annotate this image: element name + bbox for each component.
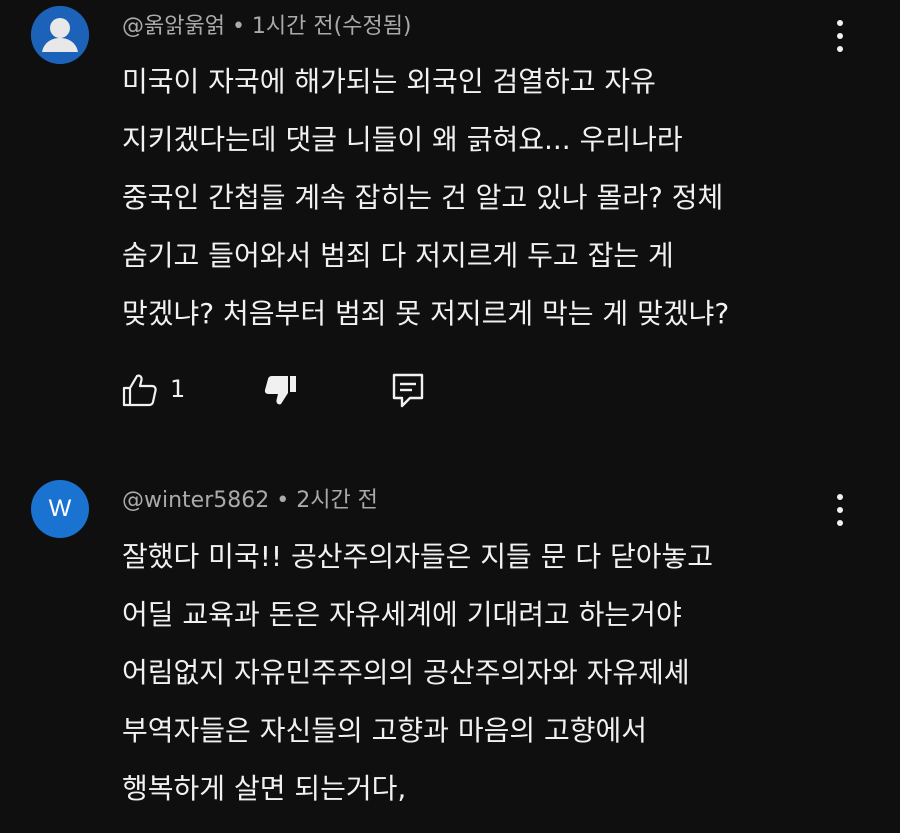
comment-actions: 1 [120,370,440,410]
comment-text: 잘했다 미국!! 공산주의자들은 지들 문 다 닫아놓고 어딜 교육과 돈은 자… [122,528,713,818]
comment-line: 어딜 교육과 돈은 자유세계에 기대려고 하는거야 [122,598,682,631]
more-vertical-icon[interactable] [828,490,852,530]
avatar[interactable]: W [31,480,89,538]
thumbs-up-icon [122,374,157,407]
reply-button[interactable] [388,370,428,410]
comment-line: 어림없지 자유민주주의의 공산주의자와 자유제셰 [122,656,690,689]
comment-meta: @winter5862 • 2시간 전 [122,488,378,513]
comment-thread: W @winter5862 • 2시간 전 잘했다 미국!! 공산주의자들은 지… [0,470,900,833]
comment-line: 지키겠다는데 댓글 니들이 왜 긁혀요... 우리나라 [122,123,683,156]
comment-line: 미국이 자국에 해가되는 외국인 검열하고 자유 [122,65,656,98]
person-icon [31,6,89,64]
avatar[interactable] [31,6,89,64]
like-count: 1 [170,375,186,403]
comment-line: 부역자들은 자신들의 고향과 마음의 고향에서 [122,714,648,747]
like-button[interactable]: 1 [120,370,200,410]
comment-line: 잘했다 미국!! 공산주의자들은 지들 문 다 닫아놓고 [122,540,714,573]
comment-line: 행복하게 살면 되는거다, [122,772,407,805]
dislike-button[interactable] [260,370,300,410]
reply-icon [392,373,424,408]
thumbs-down-icon [264,376,296,405]
comment-text: 미국이 자국에 해가되는 외국인 검열하고 자유 지키겠다는데 댓글 니들이 왜… [122,53,729,343]
comment-line: 중국인 간첩들 계속 잡히는 건 알고 있나 몰라? 정체 [122,181,724,214]
comment-line: 숨기고 들어와서 범죄 다 저지르게 두고 잡는 게 [122,239,674,272]
comment-line: 맞겠냐? 처음부터 범죄 못 저지르게 막는 게 맞겠냐? [122,297,730,330]
more-vertical-icon[interactable] [828,16,852,56]
comment-meta: @옭앍욹얽 • 1시간 전(수정됨) [122,14,412,39]
comment-thread: @옭앍욹얽 • 1시간 전(수정됨) 미국이 자국에 해가되는 외국인 검열하고… [0,0,900,440]
